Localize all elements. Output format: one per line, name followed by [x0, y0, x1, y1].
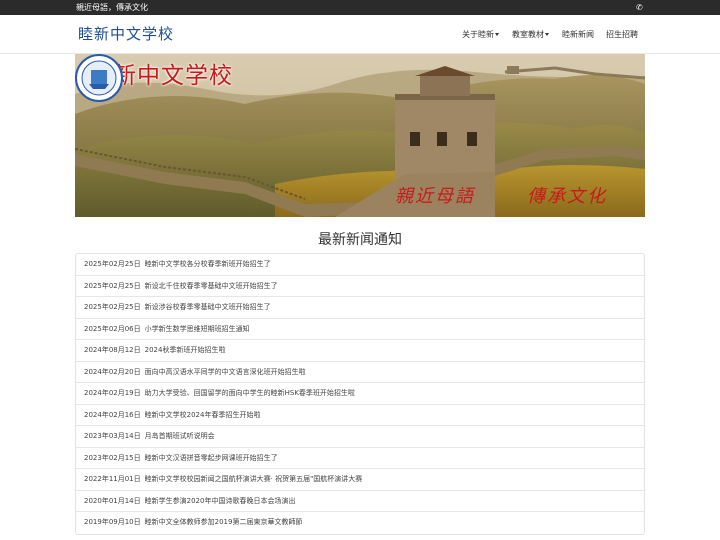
- news-title: 睦新中文汉语拼音零起步网课班开始招生了: [144, 453, 278, 462]
- news-title: 2024秋季新班开始招生啦: [144, 346, 226, 354]
- news-date: 2024年02月19日: [84, 389, 141, 397]
- hero-banner: 睦新中文学校 親近母語 傳承文化: [75, 54, 645, 217]
- news-item[interactable]: 2025年02月25日 睦新中文学校各分校春季新班开始招生了: [76, 254, 644, 276]
- nav-label: 招生招聘: [606, 30, 638, 39]
- navbar: 睦新中文学校 关于睦新 教室教材 睦新新闻 招生招聘: [0, 15, 720, 54]
- news-date: 2024年08月12日: [84, 346, 141, 354]
- news-title: 面向中高汉语水平同学的中文语言深化班开始招生啦: [144, 367, 306, 376]
- news-date: 2025年02月06日: [84, 324, 141, 333]
- nav-item-classes[interactable]: 教室教材: [512, 30, 549, 40]
- news-date: 2025年02月25日: [84, 303, 141, 311]
- news-title: 小学新生数学思维短期班招生通知: [144, 324, 250, 333]
- news-item[interactable]: 2024年02月19日 助力大学受验、回国留学的面向中学生的睦新HSK春季班开始招…: [76, 383, 644, 405]
- news-title: 助力大学受验、回国留学的面向中学生的睦新HSK春季班开始招生啦: [144, 389, 355, 397]
- news-date: 2019年09月10日: [84, 518, 141, 526]
- news-title: 月岛首期班试听说明会: [144, 432, 215, 440]
- news-title: 新设北千住校春季零基础中文班开始招生了: [144, 281, 278, 290]
- news-title: 睦新中文全体教师参加2019第二届東京華文教師節: [144, 518, 303, 526]
- news-title: 睦新中文学校校园新闻之国航杯演讲大赛· 祝贺第五届"国航杯演讲大赛: [144, 475, 363, 483]
- top-bar: 親近母語，傳承文化 ✆: [0, 0, 720, 15]
- news-item[interactable]: 2023年02月15日 睦新中文汉语拼音零起步网课班开始招生了: [76, 448, 644, 469]
- news-item[interactable]: 2024年02月20日 面向中高汉语水平同学的中文语言深化班开始招生啦: [76, 362, 644, 383]
- banner-motto-right: 傳承文化: [527, 186, 607, 207]
- news-item[interactable]: 2025年02月06日 小学新生数学思维短期班招生通知: [76, 319, 644, 340]
- news-date: 2025年02月25日: [84, 281, 141, 290]
- banner-motto-left: 親近母語: [395, 186, 475, 207]
- phone-icon[interactable]: ✆: [636, 2, 643, 13]
- site-brand[interactable]: 睦新中文学校: [78, 24, 174, 44]
- news-date: 2025年02月25日: [84, 260, 141, 268]
- news-item[interactable]: 2025年02月25日 新设涉谷校春季零基础中文班开始招生了: [76, 297, 644, 319]
- news-section-title: 最新新闻通知: [318, 232, 402, 248]
- news-item[interactable]: 2024年02月16日 睦新中文学校2024年春季招生开始啦: [76, 405, 644, 426]
- news-item[interactable]: 2019年09月10日 睦新中文全体教师参加2019第二届東京華文教師節: [76, 512, 644, 534]
- news-date: 2023年02月15日: [84, 453, 141, 462]
- news-item[interactable]: 2025年02月25日 新设北千住校春季零基础中文班开始招生了: [76, 276, 644, 297]
- nav-item-news[interactable]: 睦新新闻: [562, 30, 594, 40]
- news-date: 2024年02月20日: [84, 367, 141, 376]
- nav-item-about[interactable]: 关于睦新: [462, 30, 499, 40]
- news-title: 睦新学生参演2020年中国诗歌春晚日本会场演出: [144, 496, 296, 505]
- caret-down-icon: [495, 33, 499, 36]
- news-date: 2020年01月14日: [84, 496, 141, 505]
- caret-down-icon: [545, 33, 549, 36]
- news-date: 2022年11月01日: [84, 475, 141, 483]
- nav-label: 关于睦新: [462, 30, 494, 39]
- nav-label: 教室教材: [512, 30, 544, 39]
- top-slogan: 親近母語，傳承文化: [76, 3, 148, 12]
- news-item[interactable]: 2020年01月14日 睦新学生参演2020年中国诗歌春晚日本会场演出: [76, 491, 644, 512]
- nav-item-enroll[interactable]: 招生招聘: [606, 30, 638, 40]
- news-list: 2025年02月25日 睦新中文学校各分校春季新班开始招生了 2025年02月25…: [75, 253, 645, 535]
- news-title: 睦新中文学校各分校春季新班开始招生了: [144, 260, 271, 268]
- nav-label: 睦新新闻: [562, 30, 594, 39]
- news-date: 2024年02月16日: [84, 410, 141, 419]
- news-item[interactable]: 2023年03月14日 月岛首期班试听说明会: [76, 426, 644, 448]
- news-date: 2023年03月14日: [84, 432, 141, 440]
- news-title: 睦新中文学校2024年春季招生开始啦: [144, 410, 261, 419]
- news-item[interactable]: 2024年08月12日 2024秋季新班开始招生啦: [76, 340, 644, 362]
- news-title: 新设涉谷校春季零基础中文班开始招生了: [144, 303, 271, 311]
- school-seal-logo: [75, 54, 123, 102]
- news-item[interactable]: 2022年11月01日 睦新中文学校校园新闻之国航杯演讲大赛· 祝贺第五届"国航杯…: [76, 469, 644, 491]
